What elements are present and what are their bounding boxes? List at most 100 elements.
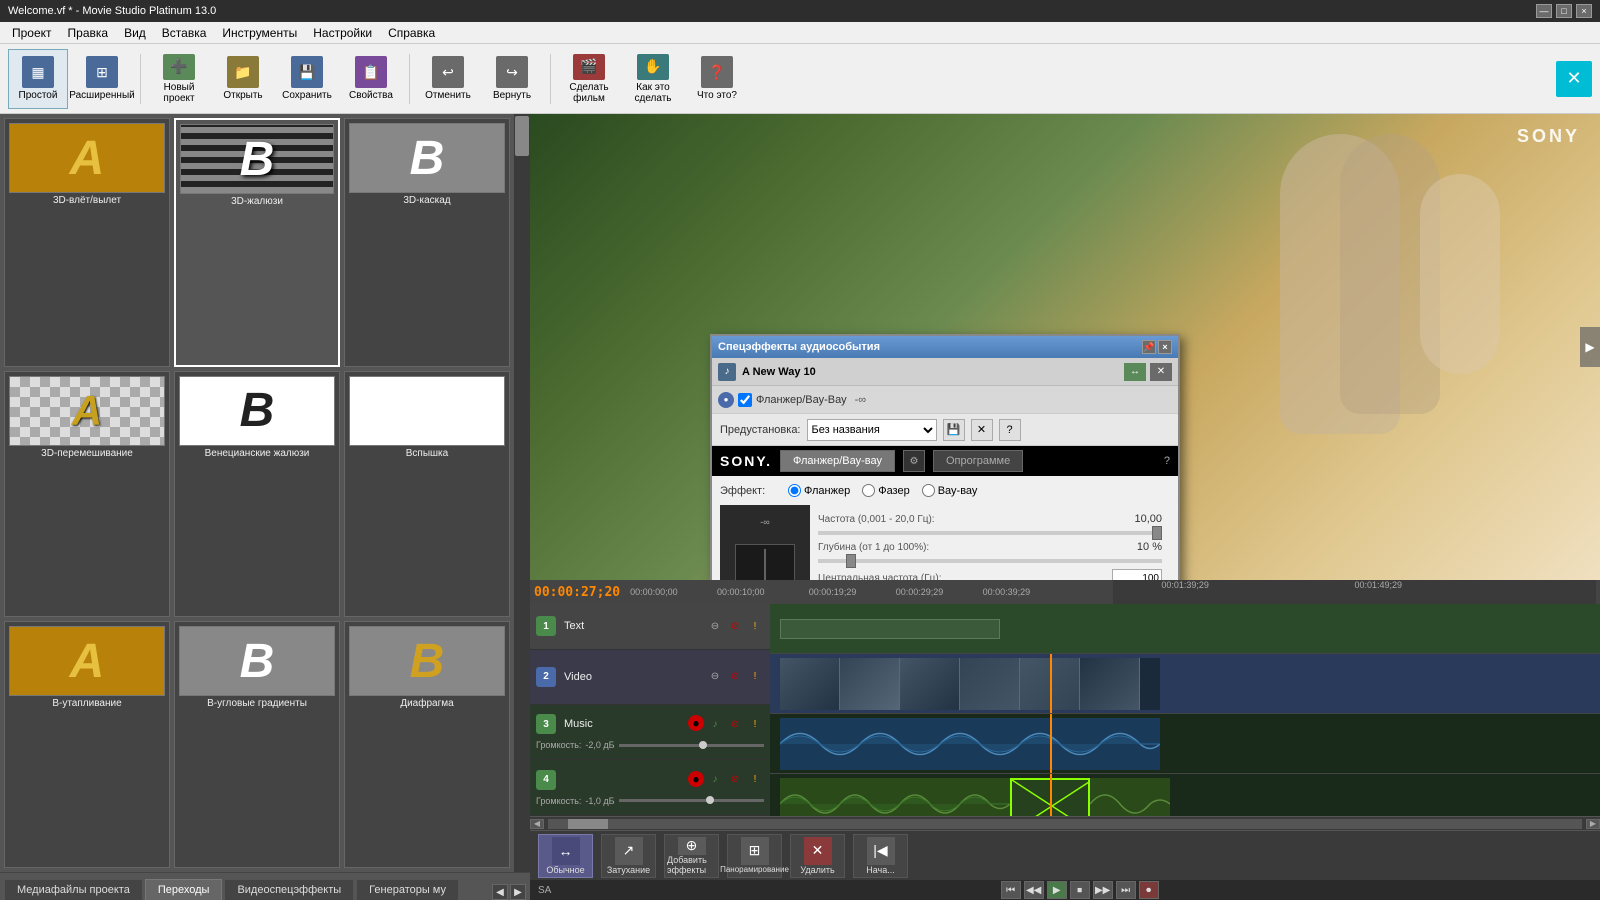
radio-flanger[interactable]: Фланжер [788, 484, 850, 497]
dialog-tab-about[interactable]: Опрограмме [933, 450, 1023, 472]
scroll-track[interactable] [548, 819, 1582, 829]
properties-btn[interactable]: 📋 Свойства [341, 49, 401, 109]
freq-slider[interactable] [818, 531, 1162, 535]
make-film-btn[interactable]: 🎬 Сделать фильм [559, 49, 619, 109]
tab-media[interactable]: Медиафайлы проекта [4, 879, 143, 900]
tab-generators[interactable]: Генераторы му [356, 879, 459, 900]
effect-sink[interactable]: A В-утапливание [4, 621, 170, 868]
maximize-btn[interactable]: □ [1556, 4, 1572, 18]
preset-select[interactable]: Без названия [807, 419, 937, 441]
preview-scroll-right[interactable]: ▶ [1580, 327, 1600, 367]
effect-iris[interactable]: B Диафрагма [344, 621, 510, 868]
what-btn[interactable]: ❓ Что это? [687, 49, 747, 109]
tool-add-effects[interactable]: ⊕ Добавить эффекты [664, 834, 719, 878]
track-vol-4[interactable]: ♪ [706, 771, 724, 789]
close-btn[interactable]: × [1576, 4, 1592, 18]
center-freq-input[interactable] [1112, 569, 1162, 580]
audio-wave-4b[interactable] [1090, 778, 1170, 816]
effect-3d-cascade[interactable]: B 3D-каскад [344, 118, 510, 367]
freq-thumb[interactable] [1152, 526, 1162, 540]
scroll-left-btn[interactable]: ◀ [530, 819, 544, 829]
dialog-help-btn[interactable]: ? [1164, 455, 1170, 467]
effect-3d-blinds[interactable]: B 3D-жалюзи [174, 118, 340, 367]
track-rec-3[interactable]: ● [688, 715, 704, 731]
open-btn[interactable]: 📁 Открыть [213, 49, 273, 109]
preset-clear-btn[interactable]: ✕ [971, 419, 993, 441]
simple-mode-btn[interactable]: ▦ Простой [8, 49, 68, 109]
radio-phaser[interactable]: Фазер [862, 484, 910, 497]
tab-video-fx[interactable]: Видеоспецэффекты [224, 879, 354, 900]
tool-fade[interactable]: ↗ Затухание [601, 834, 656, 878]
minimize-btn[interactable]: — [1536, 4, 1552, 18]
menu-view[interactable]: Вид [116, 24, 154, 42]
depth-thumb[interactable] [846, 554, 856, 568]
transport-next[interactable]: ▶▶ [1093, 881, 1113, 899]
track-vol-3[interactable]: ♪ [706, 715, 724, 733]
save-btn[interactable]: 💾 Сохранить [277, 49, 337, 109]
transport-stop[interactable]: ⏹ [1070, 881, 1090, 899]
scroll-thumb[interactable] [568, 819, 608, 829]
transport-to-start[interactable]: ⏮ [1001, 881, 1021, 899]
track-solo-4[interactable]: ⊘ [726, 771, 744, 789]
track-mute-2[interactable]: ⊖ [706, 668, 724, 686]
effect-corner[interactable]: B В-угловые градиенты [174, 621, 340, 868]
track-warn-4[interactable]: ! [746, 771, 764, 789]
menu-tools[interactable]: Инструменты [214, 24, 305, 42]
effect-venetian[interactable]: B Венецианские жалюзи [174, 371, 340, 618]
menu-settings[interactable]: Настройки [305, 24, 380, 42]
vol-handle-3[interactable] [699, 741, 707, 749]
fx-checkbox[interactable] [738, 393, 752, 407]
menu-insert[interactable]: Вставка [154, 24, 215, 42]
tool-start[interactable]: |◀ Нача... [853, 834, 908, 878]
tool-normal[interactable]: ↔ Обычное [538, 834, 593, 878]
video-strip[interactable] [780, 658, 1160, 710]
track-warn-3[interactable]: ! [746, 715, 764, 733]
effects-scrollbar[interactable] [514, 114, 530, 872]
effect-3d-shuffle[interactable]: A 3D-перемешивание [4, 371, 170, 618]
vol-handle-4[interactable] [706, 796, 714, 804]
audio-wave-3[interactable] [780, 718, 1160, 770]
radio-wah[interactable]: Вау-вау [922, 484, 978, 497]
track-warn-1[interactable]: ! [746, 617, 764, 635]
effect-flash[interactable]: Вспышка [344, 371, 510, 618]
transport-record[interactable]: ⏺ [1139, 881, 1159, 899]
tool-delete[interactable]: ✕ Удалить [790, 834, 845, 878]
track-rec-4[interactable]: ● [688, 771, 704, 787]
tab-transitions[interactable]: Переходы [145, 879, 223, 900]
advanced-mode-btn[interactable]: ⊞ Расширенный [72, 49, 132, 109]
track-solo-2[interactable]: ⊘ [726, 668, 744, 686]
undo-btn[interactable]: ↩ Отменить [418, 49, 478, 109]
transport-to-end[interactable]: ⏭ [1116, 881, 1136, 899]
preset-save-btn[interactable]: 💾 [943, 419, 965, 441]
transport-play[interactable]: ▶ [1047, 881, 1067, 899]
track-mute-1[interactable]: ⊖ [706, 617, 724, 635]
tab-scroll-right[interactable]: ▶ [510, 884, 526, 900]
track-solo-1[interactable]: ⊘ [726, 617, 744, 635]
redo-btn[interactable]: ↪ Вернуть [482, 49, 542, 109]
dialog-tab-flanger[interactable]: Фланжер/Вау-вау [780, 450, 895, 472]
dialog-close-btn[interactable]: × [1158, 340, 1172, 354]
audio-wave-4a[interactable] [780, 778, 1010, 816]
new-project-btn[interactable]: ➕ Новый проект [149, 49, 209, 109]
menu-help[interactable]: Справка [380, 24, 443, 42]
menu-edit[interactable]: Правка [60, 24, 117, 42]
dialog-plugin-btn[interactable]: ⚙ [903, 450, 925, 472]
track-warn-2[interactable]: ! [746, 668, 764, 686]
dialog-nav-prev[interactable]: ↔ [1124, 363, 1146, 381]
dialog-pin-btn[interactable]: 📌 [1142, 340, 1156, 354]
text-clip[interactable] [780, 619, 1000, 639]
tool-pan-crop[interactable]: ⊞ Панорамирование [727, 834, 782, 878]
tab-scroll-left[interactable]: ◀ [492, 884, 508, 900]
depth-slider[interactable] [818, 559, 1162, 563]
dialog-close-x[interactable]: ✕ [1150, 363, 1172, 381]
effect-3d-fly[interactable]: A 3D-влёт/вылет [4, 118, 170, 367]
vol-slider-3[interactable] [619, 744, 764, 747]
transport-prev[interactable]: ◀◀ [1024, 881, 1044, 899]
scroll-right-btn[interactable]: ▶ [1586, 819, 1600, 829]
vol-slider-4[interactable] [619, 799, 764, 802]
top-right-btn[interactable]: ✕ [1556, 61, 1592, 97]
menu-project[interactable]: Проект [4, 24, 60, 42]
track-solo-3[interactable]: ⊘ [726, 715, 744, 733]
preset-help-btn[interactable]: ? [999, 419, 1021, 441]
how-to-btn[interactable]: ✋ Как это сделать [623, 49, 683, 109]
